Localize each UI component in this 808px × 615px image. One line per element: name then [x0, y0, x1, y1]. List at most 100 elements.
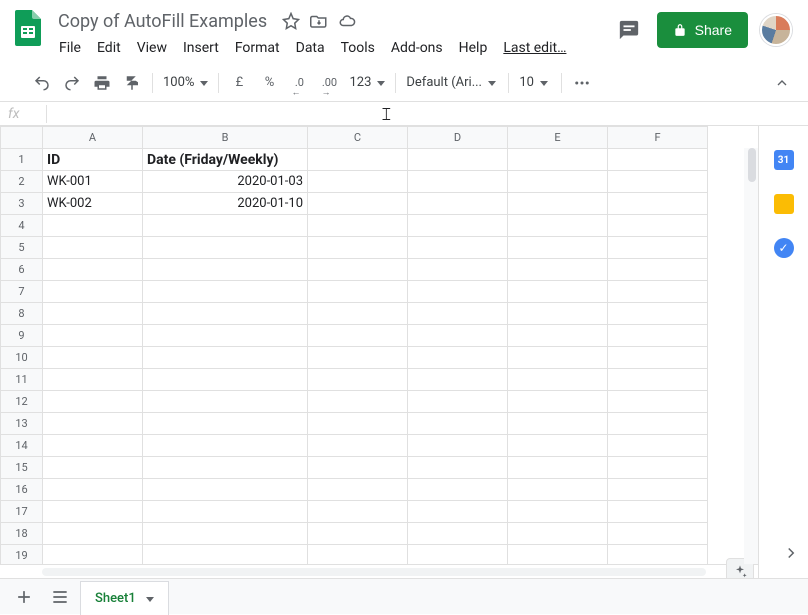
- cell[interactable]: [608, 479, 708, 501]
- spreadsheet-grid[interactable]: A B C D E F 1IDDate (Friday/Weekly) 2WK-…: [0, 126, 758, 564]
- cell-B3[interactable]: 2020-01-10: [143, 193, 308, 215]
- cell[interactable]: [408, 479, 508, 501]
- menu-format[interactable]: Format: [228, 36, 287, 60]
- cell[interactable]: [43, 237, 143, 259]
- cell[interactable]: [508, 325, 608, 347]
- row-head[interactable]: 7: [1, 281, 43, 303]
- cell[interactable]: [408, 149, 508, 171]
- font-family-dropdown[interactable]: Default (Ari...: [402, 69, 502, 97]
- cell[interactable]: [508, 369, 608, 391]
- cell[interactable]: [608, 303, 708, 325]
- cell[interactable]: [408, 215, 508, 237]
- cell[interactable]: [143, 347, 308, 369]
- cell[interactable]: [43, 259, 143, 281]
- cell[interactable]: [508, 237, 608, 259]
- cell[interactable]: [43, 369, 143, 391]
- cell[interactable]: [508, 281, 608, 303]
- number-format-dropdown[interactable]: 123: [345, 69, 389, 97]
- cell[interactable]: [408, 457, 508, 479]
- col-head-f[interactable]: F: [608, 127, 708, 149]
- cell[interactable]: [408, 369, 508, 391]
- cell[interactable]: [143, 303, 308, 325]
- row-head[interactable]: 5: [1, 237, 43, 259]
- horizontal-scrollbar[interactable]: [0, 564, 758, 578]
- account-avatar[interactable]: [760, 14, 792, 46]
- cell[interactable]: [308, 435, 408, 457]
- cell[interactable]: [608, 171, 708, 193]
- cell[interactable]: [143, 281, 308, 303]
- cell[interactable]: [308, 523, 408, 545]
- cell-A2[interactable]: WK-001: [43, 171, 143, 193]
- comments-button[interactable]: [613, 14, 645, 46]
- cell-A3[interactable]: WK-002: [43, 193, 143, 215]
- select-all-corner[interactable]: [1, 127, 43, 149]
- cell[interactable]: [308, 259, 408, 281]
- cell[interactable]: [308, 325, 408, 347]
- row-head[interactable]: 18: [1, 523, 43, 545]
- keep-icon[interactable]: [774, 194, 794, 214]
- cell[interactable]: [508, 391, 608, 413]
- cell[interactable]: [508, 435, 608, 457]
- menu-tools[interactable]: Tools: [334, 36, 382, 60]
- cell[interactable]: [408, 325, 508, 347]
- cloud-status-icon[interactable]: [337, 11, 357, 31]
- currency-button[interactable]: £: [225, 69, 253, 97]
- row-head[interactable]: 14: [1, 435, 43, 457]
- cell[interactable]: [608, 501, 708, 523]
- percent-button[interactable]: %: [255, 69, 283, 97]
- cell[interactable]: [608, 413, 708, 435]
- star-icon[interactable]: [281, 11, 301, 31]
- undo-button[interactable]: [28, 69, 56, 97]
- cell[interactable]: [43, 325, 143, 347]
- cell[interactable]: [143, 435, 308, 457]
- cell[interactable]: [143, 413, 308, 435]
- cell[interactable]: [608, 259, 708, 281]
- cell[interactable]: [308, 457, 408, 479]
- cell[interactable]: [143, 545, 308, 565]
- cell[interactable]: [508, 149, 608, 171]
- cell[interactable]: [608, 391, 708, 413]
- cell[interactable]: [143, 479, 308, 501]
- calendar-icon[interactable]: 31: [774, 150, 794, 170]
- col-head-d[interactable]: D: [408, 127, 508, 149]
- cell[interactable]: [43, 347, 143, 369]
- menu-addons[interactable]: Add-ons: [384, 36, 450, 60]
- cell[interactable]: [308, 347, 408, 369]
- menu-insert[interactable]: Insert: [176, 36, 226, 60]
- sheets-logo[interactable]: [8, 8, 48, 48]
- cell[interactable]: [408, 259, 508, 281]
- cell[interactable]: [43, 457, 143, 479]
- cell[interactable]: [43, 523, 143, 545]
- cell[interactable]: [143, 391, 308, 413]
- menu-view[interactable]: View: [130, 36, 174, 60]
- col-head-c[interactable]: C: [308, 127, 408, 149]
- cell[interactable]: [608, 545, 708, 565]
- cell[interactable]: [408, 237, 508, 259]
- cell[interactable]: [608, 215, 708, 237]
- increase-decimal-button[interactable]: .00→: [315, 69, 343, 97]
- cell[interactable]: [43, 413, 143, 435]
- cell[interactable]: [608, 281, 708, 303]
- row-head[interactable]: 1: [1, 149, 43, 171]
- cell[interactable]: [408, 303, 508, 325]
- cell[interactable]: [408, 523, 508, 545]
- add-sheet-button[interactable]: [8, 581, 40, 613]
- cell[interactable]: [408, 413, 508, 435]
- row-head[interactable]: 12: [1, 391, 43, 413]
- cell[interactable]: [408, 193, 508, 215]
- cell[interactable]: [43, 545, 143, 565]
- row-head[interactable]: 2: [1, 171, 43, 193]
- sheet-tab-menu-icon[interactable]: [142, 591, 154, 606]
- cell[interactable]: [308, 413, 408, 435]
- col-head-e[interactable]: E: [508, 127, 608, 149]
- cell[interactable]: [308, 479, 408, 501]
- cell[interactable]: [43, 281, 143, 303]
- cell[interactable]: [508, 347, 608, 369]
- cell[interactable]: [308, 193, 408, 215]
- cell[interactable]: [508, 501, 608, 523]
- cell[interactable]: [308, 215, 408, 237]
- row-head[interactable]: 8: [1, 303, 43, 325]
- cell[interactable]: [43, 391, 143, 413]
- share-button[interactable]: Share: [657, 12, 748, 48]
- cell[interactable]: [143, 237, 308, 259]
